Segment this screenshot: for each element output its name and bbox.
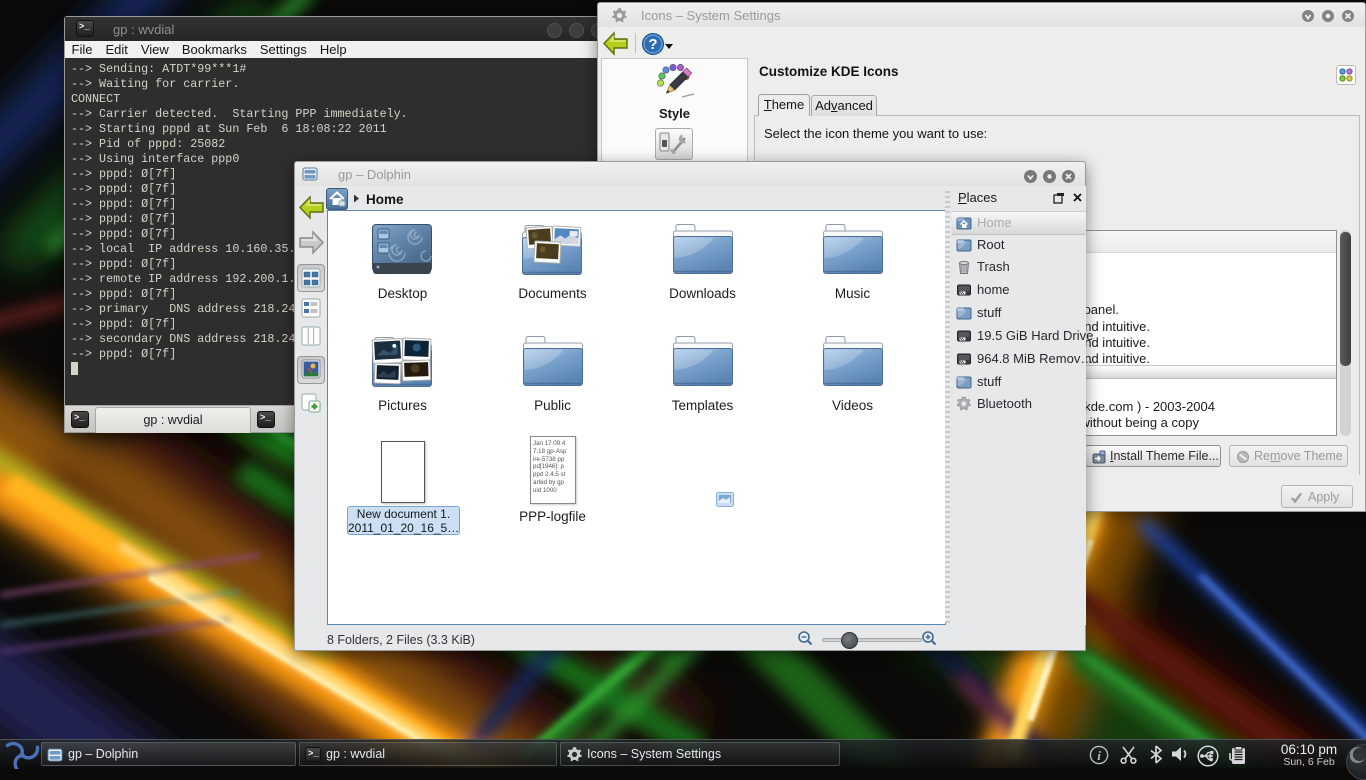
svg-text:?: ? xyxy=(648,36,657,53)
svg-text:i: i xyxy=(1097,748,1101,763)
